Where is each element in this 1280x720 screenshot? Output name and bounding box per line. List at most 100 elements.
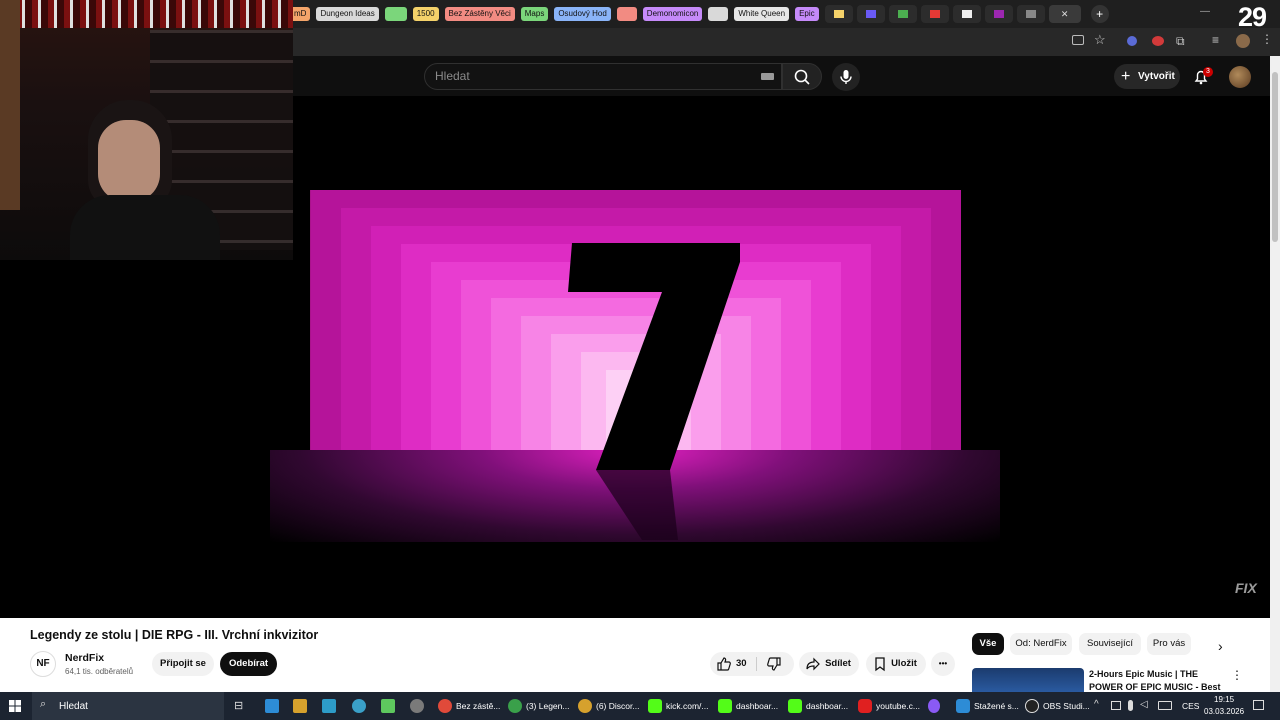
tab-favicon-icon [1025,10,1036,18]
new-tab-button[interactable]: + [1090,5,1109,23]
tab[interactable] [984,5,1013,23]
scrollbar-thumb[interactable] [1272,72,1278,242]
kick-icon [788,699,802,713]
search-icon [794,69,810,85]
puzzle-icon[interactable]: ⧉ [1176,34,1185,49]
taskbar-item[interactable]: (6) Discor... [578,692,639,720]
channel-name[interactable]: NerdFix [65,652,104,664]
app-icon[interactable] [928,699,940,713]
tray-icon[interactable] [1111,701,1121,710]
menu-icon[interactable]: ⋮ [1261,32,1273,46]
recommended-title-line1[interactable]: 2-Hours Epic Music | THE [1089,669,1198,679]
bookmark-pill[interactable] [616,7,637,21]
webcam-top-decor [0,0,293,28]
taskbar-item[interactable]: Stažené s... [956,692,1019,720]
task-view-icon[interactable]: ⊟ [234,699,243,712]
microphone-icon[interactable] [1128,700,1133,711]
taskbar-search[interactable]: ⌕ Hledat [32,692,224,720]
active-tab[interactable]: ✕ [1048,5,1081,23]
taskbar-item-label: youtube.c... [876,701,920,711]
avatar[interactable] [1229,66,1251,88]
kick-icon [648,699,662,713]
webcam-door [0,0,20,210]
recommended-title-line2[interactable]: POWER OF EPIC MUSIC - Best ... [1089,682,1229,692]
language-indicator[interactable]: CES [1182,701,1199,711]
tab[interactable] [856,5,885,23]
keyboard-icon[interactable] [761,73,774,80]
taskbar-item[interactable]: dashboar... [718,692,778,720]
chevron-up-icon[interactable]: ^ [1094,699,1099,710]
bookmark-pill[interactable]: White Queen [734,7,790,21]
chip-from-channel[interactable]: Od: NerdFix [1010,633,1072,655]
bookmark-pill[interactable]: mD [290,7,311,21]
cast-icon[interactable] [1072,35,1084,45]
app-icon[interactable] [265,699,279,713]
share-icon [806,657,820,671]
profile-icon[interactable] [1236,34,1250,48]
more-vert-icon[interactable]: ⋮ [1231,668,1243,682]
keyboard-icon[interactable] [1158,701,1172,710]
taskbar-search-label: Hledat [59,701,88,712]
tab[interactable] [888,5,917,23]
clock-time[interactable]: 19:15 [1214,695,1234,704]
windows-start-icon[interactable] [9,700,21,712]
clock-date[interactable]: 03.03.2026 [1204,707,1244,716]
bookmark-pill[interactable]: 1500 [412,7,439,21]
star-icon[interactable]: ☆ [1094,32,1106,48]
app-icon[interactable] [381,699,395,713]
taskbar-item[interactable]: Bez zástě... [438,692,500,720]
taskbar-item[interactable]: OBS Studi... [1025,692,1090,720]
join-button[interactable]: Připojit se [152,652,214,676]
chip-all[interactable]: Vše [972,633,1004,655]
thumbs-down-icon[interactable] [766,656,782,672]
taskbar-item[interactable]: kick.com/... [648,692,709,720]
create-button[interactable]: + Vytvořit [1114,64,1180,89]
taskbar-item-label: (6) Discor... [596,701,640,711]
reading-list-icon[interactable]: ≡ [1212,33,1219,47]
tab[interactable] [1016,5,1045,23]
subscribe-button[interactable]: Odebírat [220,652,277,676]
bookmark-pill[interactable]: Maps [520,7,549,21]
app-icon[interactable] [322,699,336,713]
channel-avatar[interactable]: NF [30,651,56,677]
search-button[interactable] [782,63,822,90]
bookmark-pill[interactable]: Dungeon Ideas [316,7,379,21]
tab[interactable] [952,5,981,23]
bookmark-pill[interactable]: Epic [795,7,819,21]
app-icon[interactable] [410,699,424,713]
tab-favicon-icon [929,10,940,18]
chip-related[interactable]: Související [1079,633,1141,655]
extension-icon[interactable] [1152,36,1164,46]
taskbar-item-label: dashboar... [806,701,849,711]
close-icon[interactable]: ✕ [1061,9,1069,20]
bookmark-pill[interactable] [708,7,729,21]
taskbar-item[interactable]: (3) Legen... [508,692,569,720]
tab[interactable] [824,5,853,23]
thumbs-up-icon[interactable] [716,656,732,672]
taskbar-item[interactable]: dashboar... [788,692,848,720]
chevron-right-icon[interactable]: › [1218,638,1223,654]
bookmark-pill[interactable]: Osudový Hod [554,7,611,21]
taskbar-item-label: Stažené s... [974,701,1019,711]
recommended-thumbnail[interactable] [972,668,1084,692]
taskbar-item[interactable]: youtube.c... [858,692,920,720]
kick-icon [718,699,732,713]
chip-for-you[interactable]: Pro vás [1147,633,1191,655]
app-icon[interactable] [293,699,307,713]
bookmark-pill[interactable] [384,7,407,21]
minimize-icon[interactable]: — [1200,6,1210,17]
bookmark-pill[interactable]: Demonomicon [642,7,703,21]
taskbar-item-label: dashboar... [736,701,779,711]
voice-search-button[interactable] [832,63,860,91]
bookmark-pill[interactable]: Bez Zástěny Věci [444,7,515,21]
more-actions-button[interactable]: ••• [931,652,955,676]
tab[interactable] [920,5,949,23]
speaker-icon[interactable]: ◁ [1140,699,1148,710]
youtube-icon [858,699,872,713]
extension-icon[interactable] [1127,36,1137,46]
chrome-icon [578,699,592,713]
app-icon[interactable] [352,699,366,713]
search-input[interactable]: Hledat [424,63,782,90]
webcam-face [98,120,160,202]
notifications-icon[interactable] [1253,700,1264,710]
